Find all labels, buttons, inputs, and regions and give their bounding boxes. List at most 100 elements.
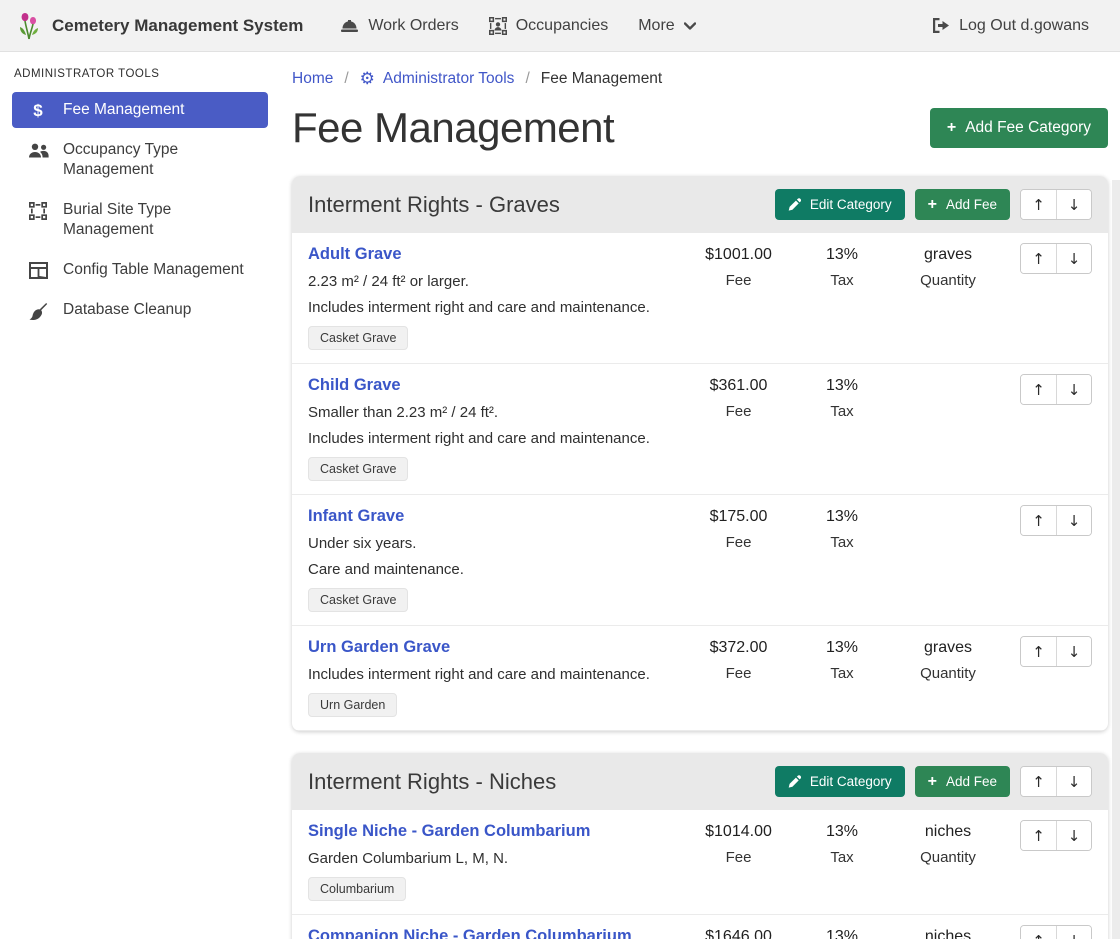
fee-row-child-grave: Child Grave Smaller than 2.23 m² / 24 ft…: [292, 364, 1108, 495]
sidebar-item-burial-site-type-management[interactable]: Burial Site Type Management: [12, 192, 268, 248]
logout-icon: [931, 17, 950, 34]
move-fee-down-button[interactable]: ↓: [1056, 926, 1091, 939]
add-fee-category-button[interactable]: + Add Fee Category: [930, 108, 1108, 148]
fee-amount-label: Fee: [681, 849, 796, 866]
sidebar-item-label: Database Cleanup: [63, 300, 191, 320]
move-fee-up-button[interactable]: ↑: [1021, 506, 1056, 535]
move-fee-up-button[interactable]: ↑: [1021, 821, 1056, 850]
category-title: Interment Rights - Graves: [308, 192, 775, 218]
fee-reorder-group: ↑ ↓: [1020, 636, 1092, 667]
move-fee-down-button[interactable]: ↓: [1056, 506, 1091, 535]
main-nav: Work Orders Occupancies More: [325, 9, 710, 43]
edit-category-button[interactable]: Edit Category: [775, 189, 905, 220]
fee-tax: 13%: [796, 823, 888, 841]
fee-quantity: niches: [888, 928, 1008, 939]
fee-tax-cell: 13% Tax: [796, 374, 888, 420]
add-fee-button[interactable]: + Add Fee: [915, 766, 1010, 797]
fee-quantity: graves: [888, 639, 1008, 657]
fee-amount-cell: $1646.00 Fee: [681, 925, 796, 939]
fee-quantity-cell: graves Quantity: [888, 636, 1008, 682]
logout-button[interactable]: Log Out d.gowans: [916, 9, 1104, 43]
fee-name-link[interactable]: Child Grave: [308, 376, 401, 395]
breadcrumb-separator: /: [525, 70, 529, 88]
fee-tax-label: Tax: [796, 403, 888, 420]
move-category-down-button[interactable]: ↓: [1056, 767, 1091, 796]
move-fee-down-button[interactable]: ↓: [1056, 244, 1091, 273]
move-category-up-button[interactable]: ↑: [1021, 190, 1056, 219]
dollar-icon: $: [27, 102, 49, 119]
sidebar-item-fee-management[interactable]: $ Fee Management: [12, 92, 268, 128]
nav-more-dropdown[interactable]: More: [623, 9, 710, 43]
fee-amount-cell: $372.00 Fee: [681, 636, 796, 682]
sidebar-heading: ADMINISTRATOR TOOLS: [12, 68, 268, 92]
fee-description: Smaller than 2.23 m² / 24 ft².: [308, 404, 681, 421]
fee-name-link[interactable]: Single Niche - Garden Columbarium: [308, 822, 590, 841]
breadcrumb-separator: /: [344, 70, 348, 88]
fee-amount-label: Fee: [681, 665, 796, 682]
fee-amount-cell: $1001.00 Fee: [681, 243, 796, 289]
fee-tax: 13%: [796, 928, 888, 939]
nav-label: Work Orders: [368, 17, 458, 35]
sidebar-item-occupancy-type-management[interactable]: Occupancy Type Management: [12, 132, 268, 188]
fee-name-link[interactable]: Infant Grave: [308, 507, 404, 526]
edit-category-button[interactable]: Edit Category: [775, 766, 905, 797]
breadcrumb-current: Fee Management: [541, 70, 663, 88]
category-reorder-group: ↑ ↓: [1020, 766, 1092, 797]
move-fee-up-button[interactable]: ↑: [1021, 244, 1056, 273]
move-category-up-button[interactable]: ↑: [1021, 767, 1056, 796]
plus-icon: +: [947, 122, 956, 134]
move-fee-up-button[interactable]: ↑: [1021, 926, 1056, 939]
fee-description: Includes interment right and care and ma…: [308, 666, 681, 683]
fee-quantity-cell: [888, 505, 1008, 508]
fee-tag: Casket Grave: [308, 457, 408, 481]
fee-amount: $361.00: [681, 377, 796, 395]
fee-tax-label: Tax: [796, 849, 888, 866]
users-icon: [27, 142, 49, 159]
fee-name-link[interactable]: Companion Niche - Garden Columbarium: [308, 927, 632, 939]
main-content: Home / ⚙ Administrator Tools / Fee Manag…: [280, 52, 1120, 939]
breadcrumb-home-link[interactable]: Home: [292, 70, 333, 88]
fee-category-card-niches: Interment Rights - Niches Edit Category …: [292, 753, 1108, 939]
fee-quantity: niches: [888, 823, 1008, 841]
sidebar-item-label: Occupancy Type Management: [63, 140, 256, 180]
sidebar-item-database-cleanup[interactable]: Database Cleanup: [12, 292, 268, 329]
fee-amount-label: Fee: [681, 272, 796, 289]
fee-tax: 13%: [796, 246, 888, 264]
fee-tax-cell: 13% Tax: [796, 636, 888, 682]
add-fee-button[interactable]: + Add Fee: [915, 189, 1010, 220]
fee-tax-cell: 13% Tax: [796, 820, 888, 866]
app-brand[interactable]: Cemetery Management System: [16, 11, 303, 41]
move-category-down-button[interactable]: ↓: [1056, 190, 1091, 219]
move-fee-down-button[interactable]: ↓: [1056, 821, 1091, 850]
fee-name-link[interactable]: Urn Garden Grave: [308, 638, 450, 657]
fee-tax-cell: 13% Tax: [796, 925, 888, 939]
page-title: Fee Management: [292, 104, 614, 152]
fee-description: 2.23 m² / 24 ft² or larger.: [308, 273, 681, 290]
hard-hat-icon: [340, 17, 359, 34]
move-fee-up-button[interactable]: ↑: [1021, 375, 1056, 404]
pencil-icon: [788, 198, 801, 211]
edit-category-label: Edit Category: [810, 197, 892, 212]
breadcrumb-admin-tools-link[interactable]: ⚙ Administrator Tools: [360, 70, 515, 88]
nav-work-orders[interactable]: Work Orders: [325, 9, 473, 43]
category-header: Interment Rights - Graves Edit Category …: [292, 176, 1108, 233]
move-fee-down-button[interactable]: ↓: [1056, 637, 1091, 666]
move-fee-down-button[interactable]: ↓: [1056, 375, 1091, 404]
person-frame-icon: [489, 17, 507, 35]
fee-amount: $175.00: [681, 508, 796, 526]
fee-reorder-group: ↑ ↓: [1020, 820, 1092, 851]
vertical-scrollbar[interactable]: [1112, 180, 1120, 939]
nav-occupancies[interactable]: Occupancies: [474, 9, 624, 43]
gear-icon: ⚙: [360, 71, 375, 88]
fee-name-link[interactable]: Adult Grave: [308, 245, 402, 264]
fee-tax: 13%: [796, 377, 888, 395]
sidebar-item-label: Fee Management: [63, 100, 185, 120]
sidebar-item-config-table-management[interactable]: Config Table Management: [12, 252, 268, 288]
fee-description: Includes interment right and care and ma…: [308, 299, 681, 316]
tulip-logo-icon: [16, 11, 42, 41]
fee-tax-cell: 13% Tax: [796, 243, 888, 289]
add-fee-category-label: Add Fee Category: [965, 119, 1091, 137]
sidebar: ADMINISTRATOR TOOLS $ Fee Management Occ…: [0, 52, 280, 349]
fee-description: Garden Columbarium L, M, N.: [308, 850, 681, 867]
move-fee-up-button[interactable]: ↑: [1021, 637, 1056, 666]
